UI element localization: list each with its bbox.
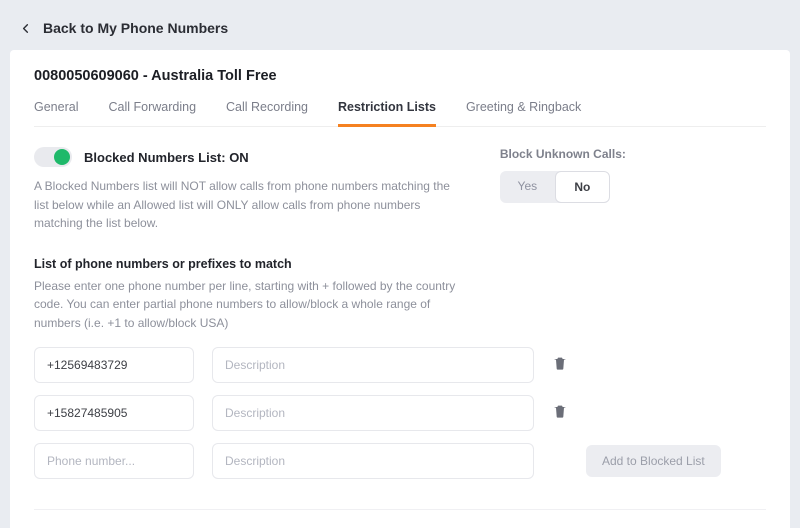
- delete-row-button[interactable]: [552, 355, 568, 374]
- tabs: General Call Forwarding Call Recording R…: [34, 100, 766, 127]
- blocked-number-new-row: Add to Blocked List: [34, 443, 766, 479]
- settings-card: 0080050609060 - Australia Toll Free Gene…: [10, 50, 790, 528]
- block-unknown-yes[interactable]: Yes: [500, 171, 555, 203]
- tab-greeting-ringback[interactable]: Greeting & Ringback: [466, 100, 581, 126]
- tab-call-forwarding[interactable]: Call Forwarding: [108, 100, 196, 126]
- phone-number-input[interactable]: [34, 443, 194, 479]
- back-label: Back to My Phone Numbers: [43, 20, 228, 36]
- description-input[interactable]: [212, 347, 534, 383]
- phone-number-input[interactable]: [34, 347, 194, 383]
- numbers-list-heading: List of phone numbers or prefixes to mat…: [34, 257, 460, 271]
- tab-call-recording[interactable]: Call Recording: [226, 100, 308, 126]
- block-unknown-segmented: Yes No: [500, 171, 610, 203]
- blocked-list-toggle[interactable]: [34, 147, 72, 167]
- blocked-number-row: [34, 395, 766, 431]
- blocked-list-heading: Blocked Numbers List: ON: [84, 150, 249, 165]
- page-title: 0080050609060 - Australia Toll Free: [34, 68, 766, 100]
- description-input[interactable]: [212, 443, 534, 479]
- block-unknown-no[interactable]: No: [555, 171, 610, 203]
- blocked-list-description: A Blocked Numbers list will NOT allow ca…: [34, 177, 460, 233]
- tab-general[interactable]: General: [34, 100, 78, 126]
- blocked-number-row: [34, 347, 766, 383]
- tab-restriction-lists[interactable]: Restriction Lists: [338, 100, 436, 127]
- back-link[interactable]: Back to My Phone Numbers: [10, 10, 790, 50]
- arrow-left-icon: [18, 21, 33, 36]
- section-divider: [34, 509, 766, 510]
- numbers-list-description: Please enter one phone number per line, …: [34, 277, 460, 333]
- block-unknown-label: Block Unknown Calls:: [500, 147, 766, 161]
- description-input[interactable]: [212, 395, 534, 431]
- phone-number-input[interactable]: [34, 395, 194, 431]
- toggle-knob-icon: [54, 149, 70, 165]
- add-to-blocked-button[interactable]: Add to Blocked List: [586, 445, 721, 477]
- delete-row-button[interactable]: [552, 403, 568, 422]
